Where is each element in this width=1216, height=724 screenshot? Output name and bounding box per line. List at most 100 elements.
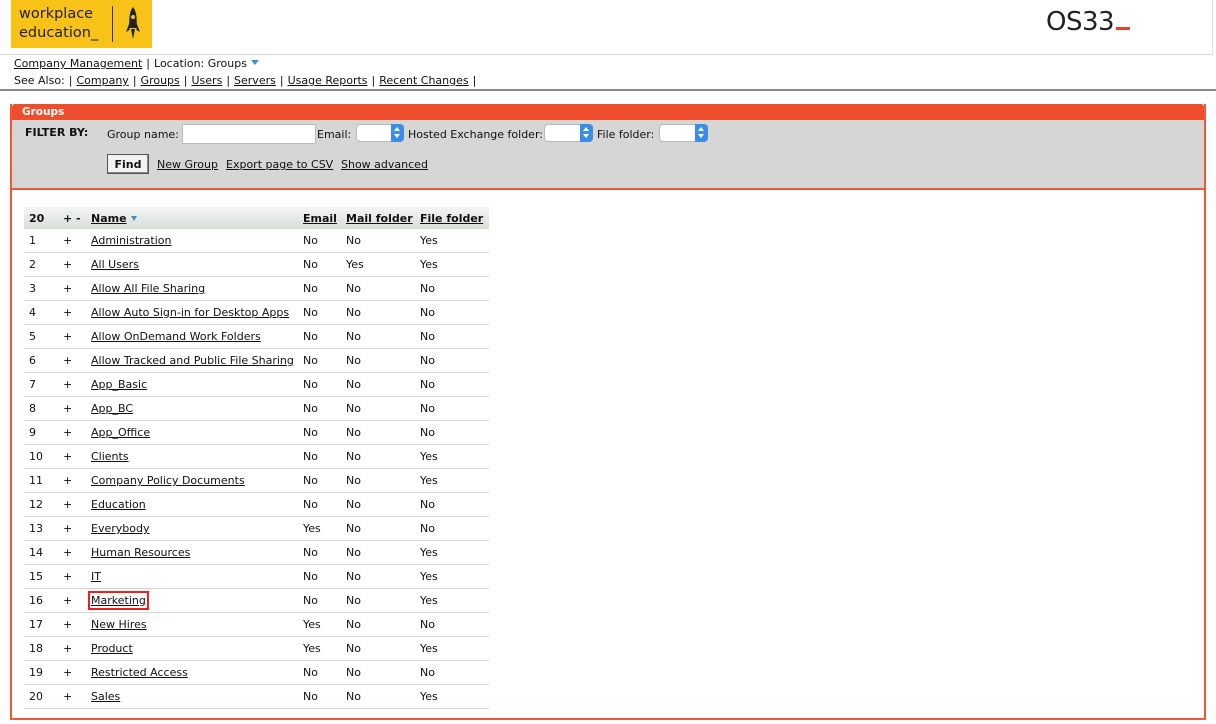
select-arrows-icon (580, 124, 593, 142)
expand-row-button[interactable]: + (55, 420, 88, 445)
group-name-link[interactable]: Marketing (88, 591, 149, 610)
expand-collapse-all-header[interactable]: + - (55, 207, 88, 229)
expand-row-button[interactable]: + (55, 612, 88, 637)
name-cell: Administration (88, 229, 300, 253)
expand-row-button[interactable]: + (55, 444, 88, 469)
expand-row-button[interactable]: + (55, 492, 88, 517)
group-name-link[interactable]: Human Resources (91, 546, 190, 559)
table-header-row: 20 + - Name Email Mail folder File folde… (24, 207, 489, 229)
expand-row-button[interactable]: + (55, 229, 88, 253)
file-folder-value: No (417, 660, 489, 685)
group-name-link[interactable]: All Users (91, 258, 139, 271)
expand-row-button[interactable]: + (55, 348, 88, 373)
name-column-header[interactable]: Name (88, 207, 300, 229)
os33-brand-logo[interactable]: OS33 (1046, 7, 1131, 37)
expand-row-button[interactable]: + (55, 660, 88, 685)
group-name-link[interactable]: Allow All File Sharing (91, 282, 205, 295)
expand-row-button[interactable]: + (55, 516, 88, 541)
expand-row-button[interactable]: + (55, 564, 88, 589)
expand-row-button[interactable]: + (55, 252, 88, 277)
table-row: 16 + Marketing No No Yes (24, 588, 489, 613)
group-name-link[interactable]: Restricted Access (91, 666, 188, 679)
group-name-link[interactable]: Product (91, 642, 133, 655)
email-column-header[interactable]: Email (300, 207, 343, 229)
row-number: 8 (24, 396, 55, 421)
expand-row-button[interactable]: + (55, 684, 88, 709)
mail-folder-value: No (343, 564, 417, 589)
table-row: 18 + Product Yes No Yes (24, 636, 489, 661)
file-folder-column-header[interactable]: File folder (417, 207, 489, 229)
group-name-link[interactable]: App_Basic (91, 378, 147, 391)
location-dropdown-icon[interactable] (250, 60, 259, 65)
see-also-company-link[interactable]: Company (76, 74, 128, 87)
workplace-education-logo[interactable]: workplace education_ (11, 0, 152, 48)
file-folder-value: No (417, 420, 489, 445)
expand-row-button[interactable]: + (55, 324, 88, 349)
export-csv-link[interactable]: Export page to CSV (226, 158, 333, 171)
group-name-link[interactable]: Sales (91, 690, 120, 703)
show-advanced-link[interactable]: Show advanced (341, 158, 428, 171)
expand-row-button[interactable]: + (55, 300, 88, 325)
email-value: No (300, 229, 343, 253)
expand-row-button[interactable]: + (55, 540, 88, 565)
mail-folder-value: No (343, 372, 417, 397)
group-name-link[interactable]: Allow Auto Sign-in for Desktop Apps (91, 306, 289, 319)
mail-folder-value: No (343, 300, 417, 325)
see-also-users-link[interactable]: Users (192, 74, 223, 87)
email-value: No (300, 276, 343, 301)
row-number: 5 (24, 324, 55, 349)
see-also-servers-link[interactable]: Servers (234, 74, 276, 87)
mail-folder-value: No (343, 420, 417, 445)
expand-row-button[interactable]: + (55, 276, 88, 301)
email-value: No (300, 396, 343, 421)
group-name-link[interactable]: Everybody (91, 522, 149, 535)
group-name-link[interactable]: Administration (91, 234, 172, 247)
group-name-link[interactable]: Allow OnDemand Work Folders (91, 330, 261, 343)
new-group-link[interactable]: New Group (157, 158, 218, 171)
expand-row-button[interactable]: + (55, 636, 88, 661)
expand-row-button[interactable]: + (55, 588, 88, 613)
see-also-groups-link[interactable]: Groups (141, 74, 180, 87)
brand-text: OS33 (1046, 7, 1115, 37)
mail-folder-value: Yes (343, 252, 417, 277)
group-name-link[interactable]: Education (91, 498, 146, 511)
group-name-link[interactable]: App_BC (91, 402, 133, 415)
file-folder-value: Yes (417, 684, 489, 709)
email-value: No (300, 324, 343, 349)
email-value: Yes (300, 516, 343, 541)
group-name-input[interactable] (182, 124, 316, 144)
file-folder-select[interactable] (659, 124, 708, 142)
group-name-link[interactable]: Clients (91, 450, 129, 463)
logo-line2: education_ (19, 25, 99, 41)
group-name-link[interactable]: Company Policy Documents (91, 474, 245, 487)
expand-row-button[interactable]: + (55, 396, 88, 421)
group-name-link[interactable]: Allow Tracked and Public File Sharing (91, 354, 294, 367)
email-select[interactable] (356, 124, 404, 142)
email-value: No (300, 660, 343, 685)
row-number: 11 (24, 468, 55, 493)
mail-folder-value: No (343, 492, 417, 517)
mail-folder-value: No (343, 540, 417, 565)
mail-folder-column-header[interactable]: Mail folder (343, 207, 417, 229)
mail-folder-value: No (343, 684, 417, 709)
name-cell: App_BC (88, 396, 300, 421)
company-management-link[interactable]: Company Management (14, 57, 142, 70)
name-cell: Human Resources (88, 540, 300, 565)
file-folder-value: No (417, 348, 489, 373)
see-also-usage-reports-link[interactable]: Usage Reports (288, 74, 368, 87)
find-button[interactable]: Find (107, 154, 149, 174)
row-number: 20 (24, 684, 55, 709)
expand-row-button[interactable]: + (55, 372, 88, 397)
expand-row-button[interactable]: + (55, 468, 88, 493)
name-cell: Everybody (88, 516, 300, 541)
filter-box: FILTER BY: Group name: Email: Hosted Exc… (12, 120, 1204, 190)
group-name-link[interactable]: IT (91, 570, 101, 583)
group-name-link[interactable]: New Hires (91, 618, 147, 631)
see-also-recent-changes-link[interactable]: Recent Changes (379, 74, 468, 87)
mail-folder-value: No (343, 588, 417, 613)
name-cell: Product (88, 636, 300, 661)
group-name-link[interactable]: App_Office (91, 426, 150, 439)
file-folder-value: Yes (417, 229, 489, 253)
row-number: 14 (24, 540, 55, 565)
hosted-exchange-folder-select[interactable] (544, 124, 593, 142)
